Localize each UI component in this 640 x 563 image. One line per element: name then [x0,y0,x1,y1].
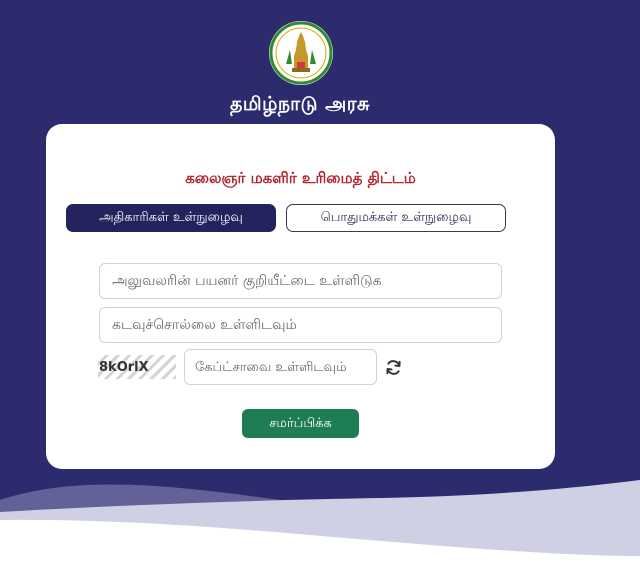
captcha-input[interactable] [184,349,377,385]
password-input[interactable] [99,307,502,343]
captcha-text: 8kOrlX [99,359,149,375]
refresh-icon[interactable] [384,358,403,377]
login-card: கலைஞர் மகளிர் உரிமைத் திட்டம் அதிகாரிகள்… [46,124,555,469]
government-title: தமிழ்நாடு அரசு [230,93,370,115]
scheme-title: கலைஞர் மகளிர் உரிமைத் திட்டம் [185,169,416,187]
captcha-image: 8kOrlX [98,355,176,379]
submit-button[interactable]: சமர்ப்பிக்க [242,409,359,438]
tamil-nadu-emblem-icon [269,21,333,85]
tab-public-login[interactable]: பொதுமக்கள் உள்நுழைவு [286,204,506,232]
tab-officer-login[interactable]: அதிகாரிகள் உள்நுழைவு [66,204,276,232]
username-input[interactable] [99,263,502,299]
